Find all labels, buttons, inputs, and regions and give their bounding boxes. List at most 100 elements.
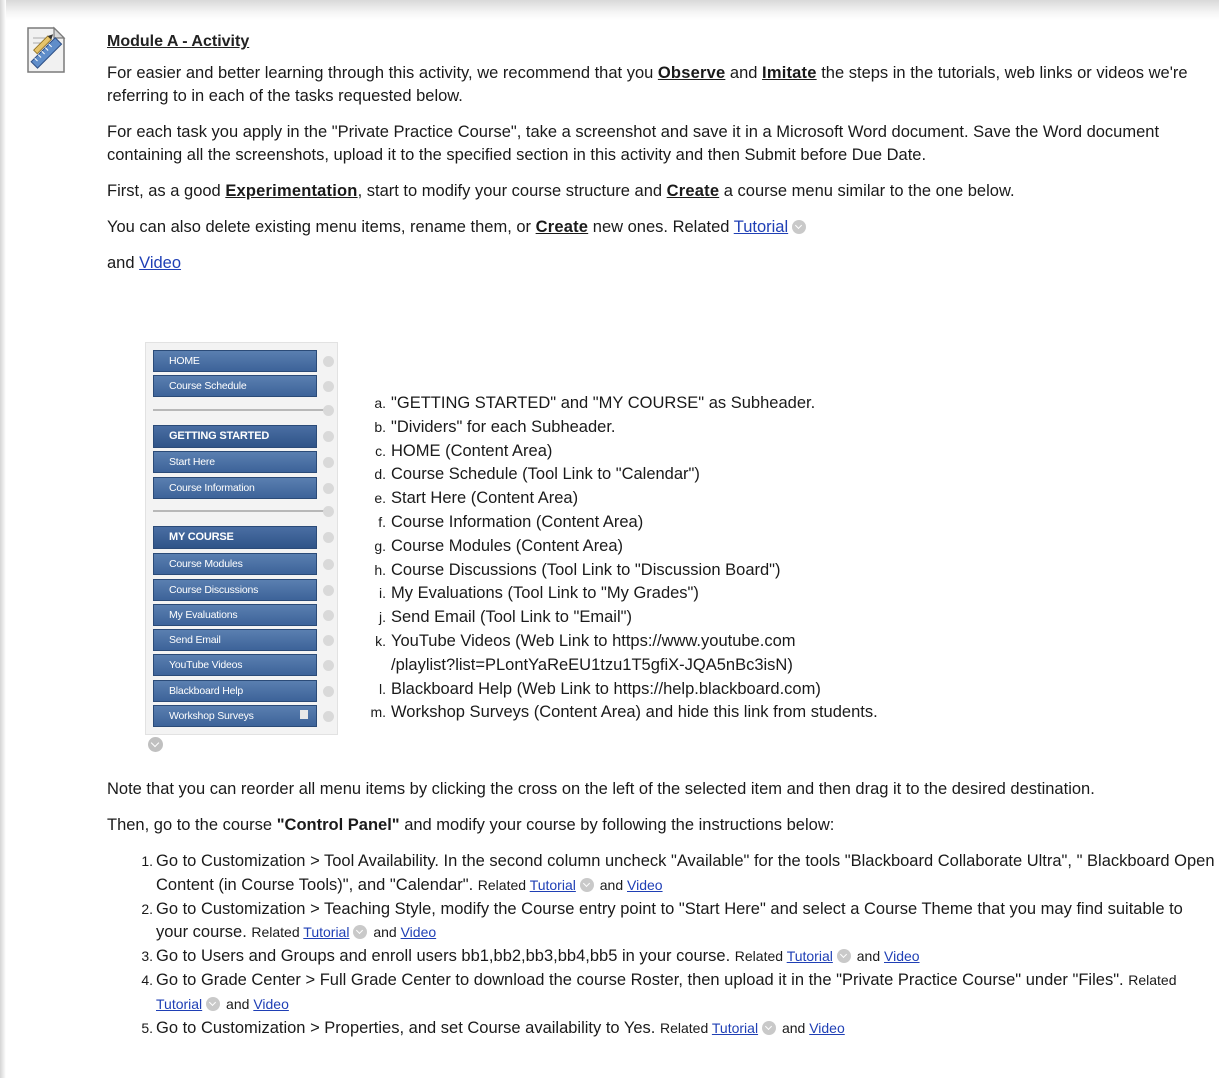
text: a course menu similar to the one below. bbox=[719, 182, 1015, 200]
course-menu-item[interactable]: Course Schedule bbox=[153, 375, 317, 397]
chevron-down-icon[interactable] bbox=[762, 1020, 777, 1035]
list-item: f. Course Information (Content Area) bbox=[360, 511, 980, 535]
hidden-item-icon bbox=[300, 710, 308, 719]
chevron-down-icon[interactable] bbox=[206, 996, 221, 1011]
list-item: j. Send Email (Tool Link to "Email") bbox=[360, 606, 980, 630]
list-text: "GETTING STARTED" and "MY COURSE" as Sub… bbox=[391, 394, 816, 412]
keyword-create: Create bbox=[535, 218, 589, 236]
chevron-down-icon[interactable] bbox=[836, 949, 851, 964]
related-label: Related bbox=[659, 1019, 712, 1036]
chevron-down-icon[interactable] bbox=[323, 457, 334, 468]
step-number: 2. bbox=[141, 900, 153, 917]
text: and bbox=[725, 64, 763, 82]
steps-list: 1. Go to Customization > Tool Availabilit… bbox=[107, 850, 1215, 1040]
step-text: Go to Customization > Tool Availability.… bbox=[156, 852, 1215, 894]
chevron-down-icon[interactable] bbox=[148, 737, 163, 752]
and-label: and bbox=[778, 1019, 810, 1036]
chevron-down-icon[interactable] bbox=[323, 711, 334, 722]
list-marker: j. bbox=[379, 609, 386, 626]
chevron-down-icon[interactable] bbox=[323, 635, 334, 646]
list-item: m. Workshop Surveys (Content Area) and hi… bbox=[360, 701, 980, 725]
course-menu-subheader[interactable]: MY COURSE bbox=[153, 526, 317, 549]
course-menu-item[interactable]: Course Discussions bbox=[153, 579, 317, 601]
chevron-down-icon[interactable] bbox=[323, 483, 334, 494]
video-link[interactable]: Video bbox=[253, 996, 289, 1012]
assignment-icon bbox=[27, 26, 66, 73]
list-text: YouTube Videos (Web Link to https://www.… bbox=[391, 631, 796, 650]
instructions-section: Note that you can reorder all menu items… bbox=[107, 778, 1215, 1040]
list-marker: e. bbox=[374, 490, 386, 507]
tutorial-link[interactable]: Tutorial bbox=[156, 996, 202, 1012]
and-label: and bbox=[852, 948, 884, 965]
video-link[interactable]: Video bbox=[809, 1020, 845, 1036]
chevron-down-icon[interactable] bbox=[323, 660, 334, 671]
chevron-down-icon[interactable] bbox=[579, 877, 594, 892]
chevron-down-icon[interactable] bbox=[323, 356, 334, 367]
chevron-down-icon[interactable] bbox=[792, 220, 807, 234]
chevron-down-icon[interactable] bbox=[323, 559, 334, 570]
chevron-down-icon[interactable] bbox=[323, 585, 334, 596]
course-menu-item[interactable]: HOME bbox=[153, 350, 317, 372]
related-label: Related bbox=[477, 876, 530, 893]
course-menu-item[interactable]: YouTube Videos bbox=[153, 654, 317, 676]
video-link[interactable]: Video bbox=[401, 924, 437, 940]
course-menu-item[interactable]: Course Information bbox=[153, 477, 317, 499]
tutorial-link[interactable]: Tutorial bbox=[712, 1020, 758, 1036]
list-item: g. Course Modules (Content Area) bbox=[360, 535, 980, 559]
chevron-down-icon[interactable] bbox=[323, 532, 334, 543]
tutorial-link[interactable]: Tutorial bbox=[530, 877, 576, 893]
menu-item-label: Workshop Surveys bbox=[169, 710, 254, 722]
video-link[interactable]: Video bbox=[627, 877, 663, 893]
step-item: 5. Go to Customization > Properties, and … bbox=[107, 1017, 1215, 1041]
list-text: Send Email (Tool Link to "Email") bbox=[391, 608, 632, 627]
intro-paragraph-5: and Video bbox=[107, 252, 1215, 275]
list-marker: c. bbox=[375, 442, 386, 459]
step-text: Go to Customization > Properties, and se… bbox=[156, 1018, 660, 1037]
keyword-observe: Observe bbox=[657, 64, 726, 82]
list-text: Course Schedule (Tool Link to "Calendar"… bbox=[391, 465, 700, 484]
chevron-down-icon[interactable] bbox=[323, 381, 334, 392]
course-menu-item[interactable]: Send Email bbox=[153, 629, 317, 651]
course-menu-item[interactable]: My Evaluations bbox=[153, 604, 317, 626]
top-shadow bbox=[0, 0, 1219, 20]
content-page: Module A - Activity For easier and bette… bbox=[0, 0, 1219, 1078]
list-item: b. "Dividers" for each Subheader. bbox=[360, 416, 980, 440]
list-item: e. Start Here (Content Area) bbox=[360, 487, 980, 511]
step-number: 5. bbox=[141, 1019, 153, 1036]
course-menu-subheader[interactable]: GETTING STARTED bbox=[153, 425, 317, 448]
chevron-down-icon[interactable] bbox=[323, 405, 334, 416]
list-item: /playlist?list=PLontYaReEU1tzu1T5gfiX-JQ… bbox=[360, 654, 980, 678]
list-item: k. YouTube Videos (Web Link to https://ww… bbox=[360, 630, 980, 654]
list-item: c. HOME (Content Area) bbox=[360, 440, 980, 464]
list-text: Course Modules (Content Area) bbox=[391, 536, 624, 555]
step-item: 2. Go to Customization > Teaching Style, … bbox=[107, 898, 1215, 946]
chevron-down-icon[interactable] bbox=[323, 686, 334, 697]
chevron-down-icon[interactable] bbox=[323, 610, 334, 621]
chevron-down-icon[interactable] bbox=[353, 925, 368, 940]
list-text: Start Here (Content Area) bbox=[391, 489, 579, 508]
list-item: l. Blackboard Help (Web Link to https://h… bbox=[360, 678, 980, 702]
list-text: Course Discussions (Tool Link to "Discus… bbox=[391, 560, 781, 579]
activity-content: Module A - Activity For easier and bette… bbox=[107, 32, 1215, 288]
keyword-control-panel: "Control Panel" bbox=[276, 816, 400, 834]
chevron-down-icon[interactable] bbox=[323, 431, 334, 442]
list-marker: m. bbox=[370, 704, 386, 721]
course-menu-item[interactable]: Workshop Surveys bbox=[153, 705, 317, 727]
text: and bbox=[107, 254, 140, 272]
text: For easier and better learning through t… bbox=[107, 64, 658, 82]
video-link[interactable]: Video bbox=[884, 948, 920, 964]
tutorial-link[interactable]: Tutorial bbox=[734, 218, 788, 236]
course-menu-item[interactable]: Course Modules bbox=[153, 553, 317, 575]
list-marker: g. bbox=[374, 537, 386, 554]
intro-paragraph-2: For each task you apply in the "Private … bbox=[107, 123, 1160, 164]
list-marker: h. bbox=[374, 561, 386, 578]
video-link[interactable]: Video bbox=[139, 254, 181, 272]
tutorial-link[interactable]: Tutorial bbox=[787, 948, 833, 964]
keyword-experimentation: Experimentation bbox=[225, 182, 358, 200]
related-label: Related bbox=[1128, 971, 1177, 988]
list-marker: k. bbox=[375, 632, 386, 649]
chevron-down-icon[interactable] bbox=[323, 506, 334, 517]
course-menu-item[interactable]: Blackboard Help bbox=[153, 680, 317, 702]
tutorial-link[interactable]: Tutorial bbox=[303, 924, 349, 940]
course-menu-item[interactable]: Start Here bbox=[153, 451, 317, 473]
